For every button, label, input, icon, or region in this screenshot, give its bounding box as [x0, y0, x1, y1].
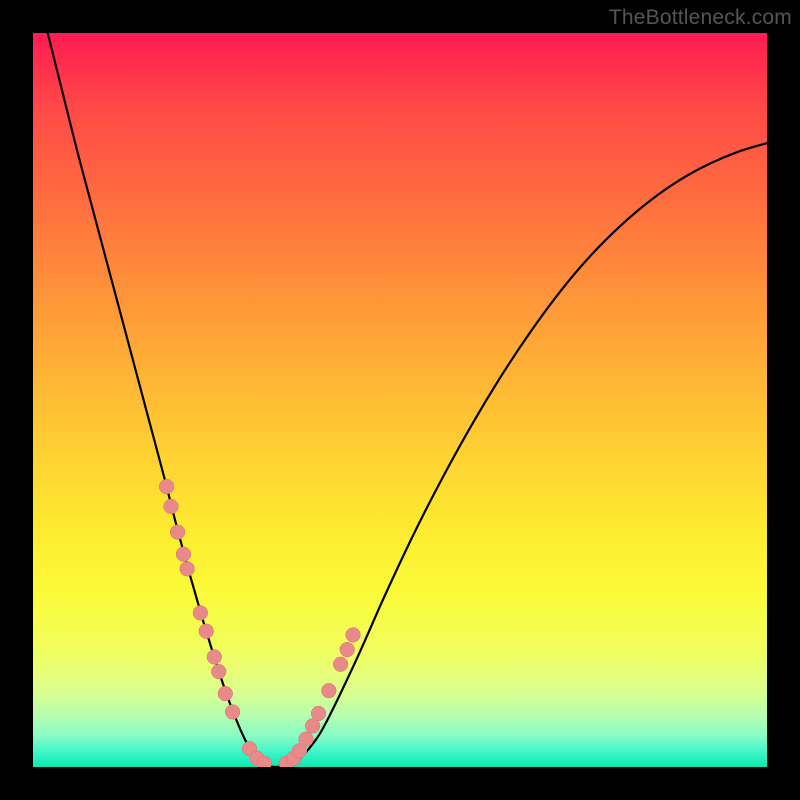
- data-marker: [346, 628, 361, 643]
- data-marker: [207, 650, 222, 665]
- data-marker: [199, 624, 214, 639]
- data-marker: [193, 606, 208, 621]
- data-marker: [164, 499, 179, 514]
- data-marker: [333, 657, 348, 672]
- plot-area: [33, 33, 767, 767]
- data-marker: [321, 683, 336, 698]
- data-marker: [299, 732, 314, 747]
- data-marker: [218, 686, 233, 701]
- data-marker: [225, 705, 240, 720]
- data-marker: [340, 642, 355, 657]
- bottleneck-chart: [33, 33, 767, 767]
- data-marker: [176, 547, 191, 562]
- data-marker: [159, 479, 174, 494]
- data-marker: [170, 525, 185, 540]
- outer-frame: TheBottleneck.com: [0, 0, 800, 800]
- data-marker: [211, 664, 226, 679]
- bottleneck-curve: [33, 33, 767, 767]
- data-marker: [311, 706, 326, 721]
- watermark-text: TheBottleneck.com: [609, 6, 792, 30]
- data-marker: [180, 561, 195, 576]
